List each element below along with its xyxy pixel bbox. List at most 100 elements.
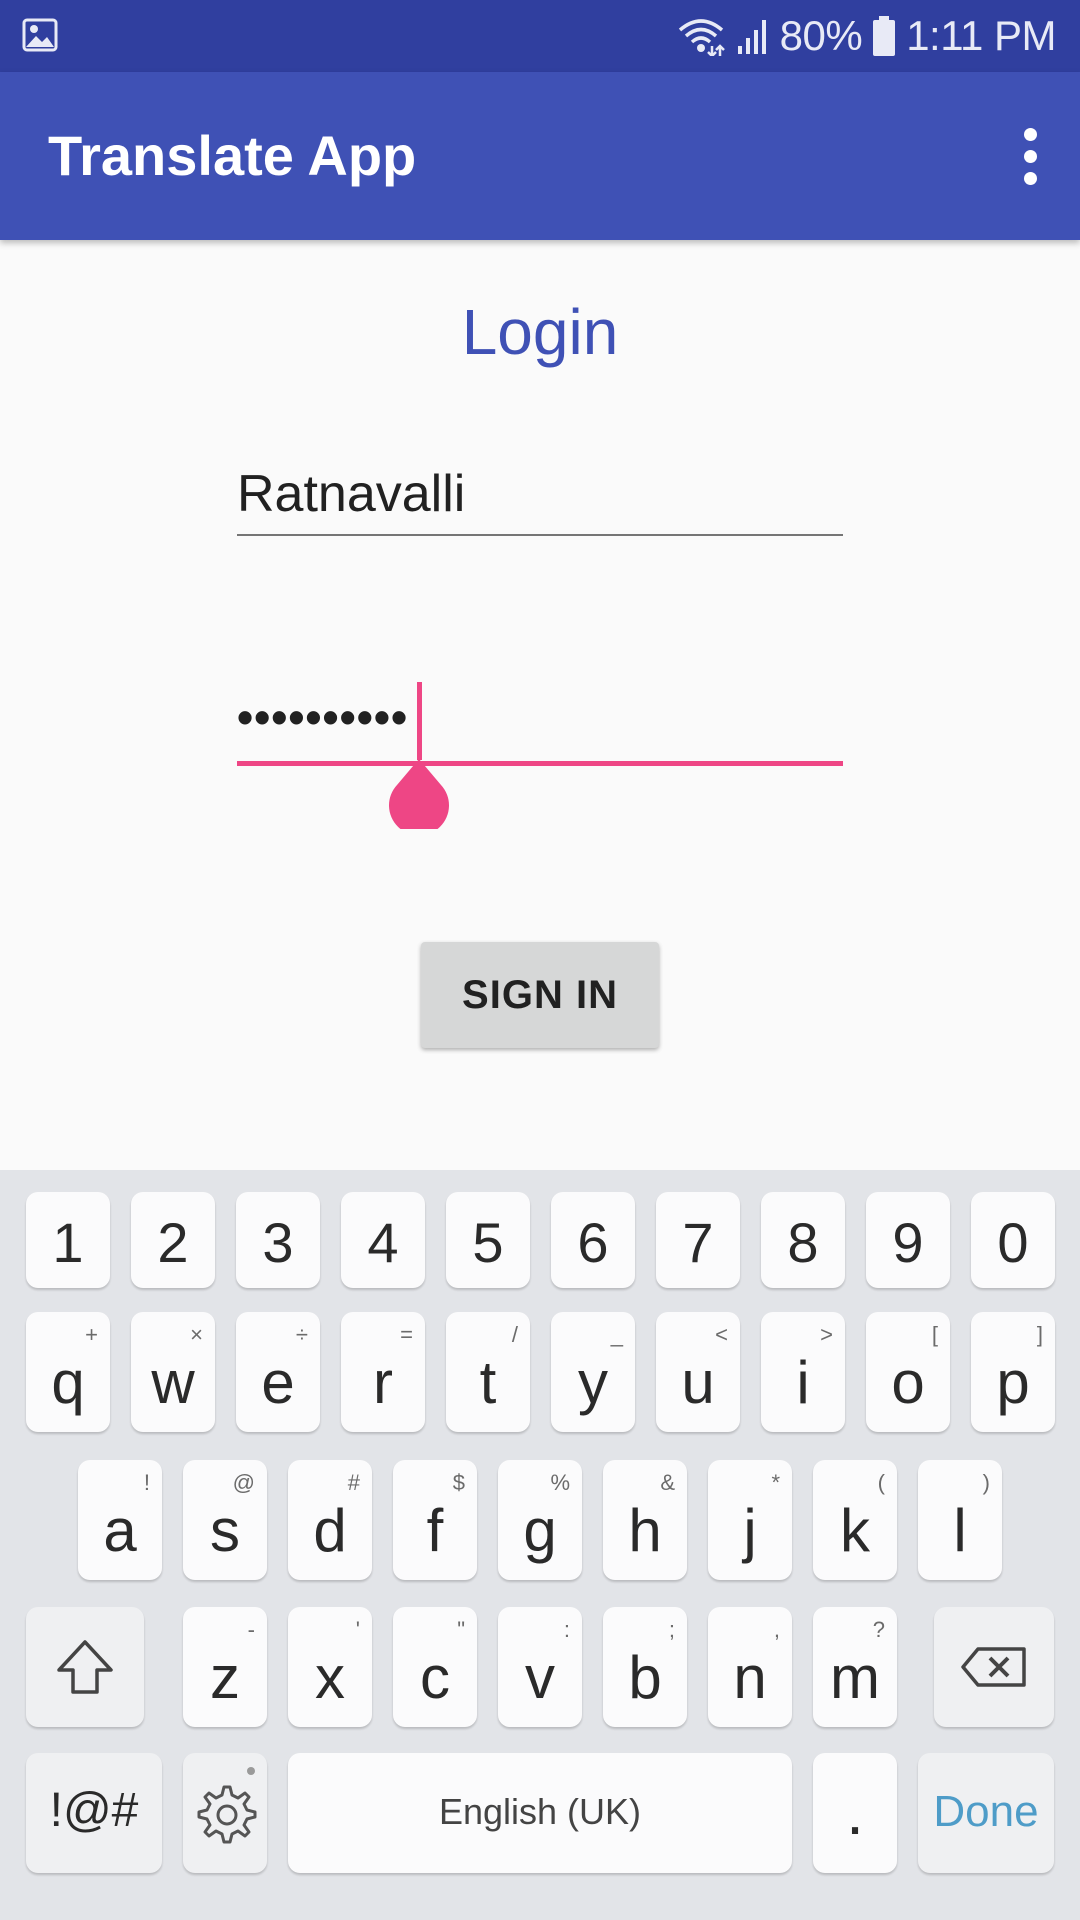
key-6-label: 6 — [577, 1211, 609, 1274]
key-a[interactable]: a! — [78, 1460, 162, 1580]
key-q-hint: + — [85, 1322, 98, 1347]
key-9-label: 9 — [892, 1211, 924, 1274]
settings-key[interactable] — [183, 1753, 267, 1873]
sign-in-button[interactable]: SIGN IN — [421, 942, 659, 1048]
key-i[interactable]: i > — [761, 1312, 845, 1432]
password-field[interactable]: •••••••••• — [237, 670, 843, 766]
period-key-label: . — [846, 1776, 864, 1848]
key-8-label: 8 — [787, 1211, 819, 1274]
symbols-key[interactable]: !@# — [26, 1753, 162, 1873]
key-2[interactable]: 2 — [131, 1192, 215, 1288]
key-r-label: r — [373, 1349, 393, 1416]
signal-icon — [737, 20, 766, 54]
key-v[interactable]: v: — [498, 1607, 582, 1727]
key-t[interactable]: t / — [446, 1312, 530, 1432]
key-l[interactable]: l) — [918, 1460, 1002, 1580]
app-bar: Translate App — [0, 72, 1080, 240]
key-d-label: d — [313, 1497, 347, 1564]
key-9[interactable]: 9 — [866, 1192, 950, 1288]
key-n[interactable]: n, — [708, 1607, 792, 1727]
key-x[interactable]: x ' — [288, 1607, 372, 1727]
key-e[interactable]: e ÷ — [236, 1312, 320, 1432]
key-q[interactable]: q + — [26, 1312, 110, 1432]
key-h[interactable]: h & — [603, 1460, 687, 1580]
key-m-label: m — [830, 1644, 880, 1711]
key-j-label: j — [743, 1497, 757, 1564]
key-f[interactable]: f $ — [393, 1460, 477, 1580]
key-o[interactable]: o[ — [866, 1312, 950, 1432]
key-4[interactable]: 4 — [341, 1192, 425, 1288]
key-l-hint: ) — [982, 1470, 990, 1495]
key-d-hint: # — [347, 1470, 360, 1495]
settings-hint-dot — [247, 1767, 255, 1775]
key-1[interactable]: 1 — [26, 1192, 110, 1288]
shift-icon — [57, 1640, 113, 1694]
key-b-label: b — [628, 1644, 662, 1711]
key-e-hint: ÷ — [295, 1322, 308, 1347]
key-v-label: v — [525, 1644, 555, 1711]
key-m-hint: ? — [872, 1617, 885, 1642]
key-i-label: i — [796, 1349, 810, 1416]
key-a-label: a — [103, 1497, 137, 1564]
key-k[interactable]: k( — [813, 1460, 897, 1580]
key-c-hint: " — [457, 1617, 465, 1642]
backspace-icon — [961, 1647, 1026, 1687]
key-z[interactable]: z- — [183, 1607, 267, 1727]
key-g-hint: % — [550, 1470, 570, 1495]
key-z-hint: - — [247, 1617, 255, 1642]
key-8[interactable]: 8 — [761, 1192, 845, 1288]
key-r[interactable]: r = — [341, 1312, 425, 1432]
key-k-label: k — [840, 1497, 870, 1564]
key-0[interactable]: 0 — [971, 1192, 1055, 1288]
space-key-label: English (UK) — [438, 1791, 642, 1832]
key-o-hint: [ — [931, 1322, 938, 1347]
space-key[interactable]: English (UK) — [288, 1753, 792, 1873]
username-value: Ratnavalli — [237, 465, 466, 523]
key-y-label: y — [578, 1349, 608, 1416]
key-z-label: z — [210, 1644, 240, 1711]
key-g[interactable]: g% — [498, 1460, 582, 1580]
key-5[interactable]: 5 — [446, 1192, 530, 1288]
key-s[interactable]: s @ — [183, 1460, 267, 1580]
key-d[interactable]: d # — [288, 1460, 372, 1580]
key-v-hint: : — [563, 1617, 570, 1642]
key-b[interactable]: b; — [603, 1607, 687, 1727]
key-m[interactable]: m? — [813, 1607, 897, 1727]
app-title: Translate App — [48, 124, 417, 187]
period-key[interactable]: . — [813, 1753, 897, 1873]
key-w-label: w — [151, 1349, 195, 1416]
key-s-hint: @ — [232, 1470, 255, 1495]
key-b-hint: ; — [668, 1617, 675, 1642]
key-p-label: p — [996, 1349, 1030, 1416]
key-j[interactable]: j * — [708, 1460, 792, 1580]
done-key[interactable]: Done — [918, 1753, 1054, 1873]
key-3[interactable]: 3 — [236, 1192, 320, 1288]
key-w[interactable]: w × — [131, 1312, 215, 1432]
key-2-label: 2 — [157, 1211, 189, 1274]
key-t-label: t — [479, 1349, 497, 1416]
key-f-hint: $ — [452, 1470, 465, 1495]
cursor-handle[interactable] — [389, 757, 449, 829]
wifi-icon — [678, 19, 725, 56]
backspace-key[interactable] — [934, 1607, 1054, 1727]
key-i-hint: > — [820, 1322, 833, 1347]
key-n-hint: , — [773, 1617, 780, 1642]
key-s-label: s — [210, 1497, 240, 1564]
key-p[interactable]: p] — [971, 1312, 1055, 1432]
key-h-hint: & — [660, 1470, 675, 1495]
status-right: 80% 1:11 PM — [676, 0, 1056, 72]
key-y[interactable]: y _ — [551, 1312, 635, 1432]
battery-percent: 80% — [779, 12, 863, 59]
more-vert-icon[interactable] — [994, 120, 1066, 192]
key-u[interactable]: u < — [656, 1312, 740, 1432]
username-field[interactable]: Ratnavalli — [237, 450, 843, 536]
shift-key[interactable] — [26, 1607, 144, 1727]
key-4-label: 4 — [367, 1211, 399, 1274]
key-7[interactable]: 7 — [656, 1192, 740, 1288]
key-7-label: 7 — [682, 1211, 714, 1274]
key-e-label: e — [261, 1349, 295, 1416]
text-cursor — [417, 682, 422, 760]
key-6[interactable]: 6 — [551, 1192, 635, 1288]
key-c[interactable]: c " — [393, 1607, 477, 1727]
key-1-label: 1 — [52, 1211, 84, 1274]
